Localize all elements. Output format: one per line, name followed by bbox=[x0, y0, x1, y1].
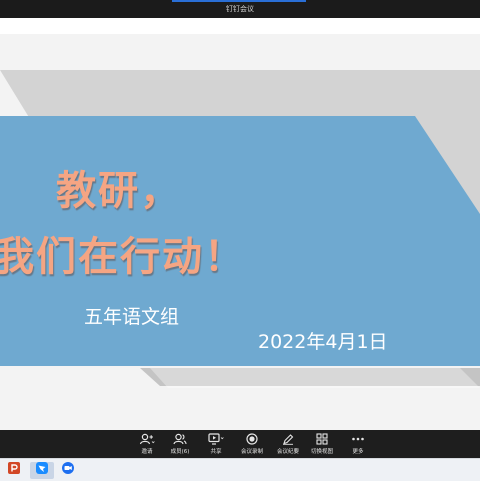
meeting-toolbar: 邀请 成员(6) 共享 会议录制 会议纪要 切换视图 更多 bbox=[0, 430, 480, 458]
shared-slide: 教研， 我们在行动！ 五年语文组 2022年4月1日 bbox=[0, 34, 480, 430]
members-label: 成员(6) bbox=[170, 449, 190, 455]
slide-title-line2: 我们在行动！ bbox=[0, 234, 246, 280]
more-label: 更多 bbox=[352, 449, 364, 455]
invite-label: 邀请 bbox=[141, 449, 153, 455]
taskbar-app-powerpoint[interactable] bbox=[2, 462, 26, 479]
more-button[interactable]: 更多 bbox=[340, 432, 376, 458]
slide-subtitle: 五年语文组 bbox=[84, 306, 180, 328]
powerpoint-icon bbox=[7, 461, 21, 480]
minutes-label: 会议纪要 bbox=[276, 449, 299, 455]
video-meeting-icon bbox=[61, 461, 75, 480]
switch-view-button[interactable]: 切换视图 bbox=[304, 432, 340, 458]
record-label: 会议录制 bbox=[240, 449, 263, 455]
minutes-button[interactable]: 会议纪要 bbox=[270, 432, 306, 458]
share-button[interactable]: 共享 bbox=[198, 432, 234, 458]
taskbar-app-meeting[interactable] bbox=[56, 462, 80, 479]
grid-view-icon bbox=[316, 432, 328, 446]
invite-button[interactable]: 邀请 bbox=[129, 432, 165, 458]
members-icon bbox=[173, 432, 187, 446]
switch-view-label: 切换视图 bbox=[310, 449, 333, 455]
members-button[interactable]: 成员(6) bbox=[162, 432, 198, 458]
slide-date: 2022年4月1日 bbox=[258, 331, 388, 353]
minutes-icon bbox=[282, 432, 294, 446]
record-icon bbox=[246, 432, 258, 446]
taskbar-app-dingtalk[interactable] bbox=[30, 462, 54, 479]
dingtalk-icon bbox=[35, 461, 49, 480]
title-accent-bar bbox=[172, 0, 306, 2]
more-icon bbox=[351, 432, 365, 446]
window-title: 钉钉会议 bbox=[226, 6, 254, 13]
invite-icon bbox=[139, 432, 155, 446]
system-taskbar bbox=[0, 458, 480, 481]
share-label: 共享 bbox=[210, 449, 222, 455]
share-screen-icon bbox=[208, 432, 224, 446]
slide-title-line1: 教研， bbox=[56, 168, 182, 214]
slide-top-border bbox=[0, 18, 480, 34]
window-title-bar[interactable]: 钉钉会议 bbox=[0, 0, 480, 18]
record-button[interactable]: 会议录制 bbox=[234, 432, 270, 458]
